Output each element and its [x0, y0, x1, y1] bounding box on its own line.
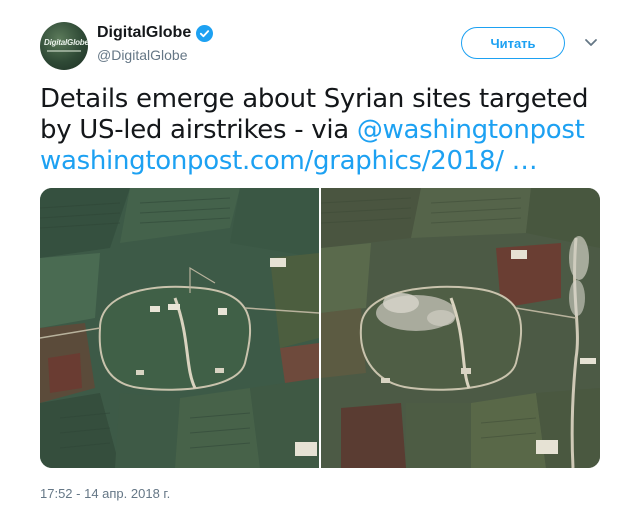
tweet-text: Details emerge about Syrian sites target… — [40, 84, 610, 177]
avatar-logo-text: DigitalGlobe — [44, 38, 88, 47]
satellite-image-after[interactable] — [321, 188, 600, 468]
display-name[interactable]: DigitalGlobe — [97, 24, 191, 42]
satellite-image-before[interactable] — [40, 188, 319, 468]
author-name-row: DigitalGlobe — [97, 22, 214, 44]
verified-badge-icon — [196, 24, 214, 42]
chevron-down-icon[interactable] — [583, 36, 599, 50]
media-grid — [40, 188, 600, 468]
article-link[interactable]: washingtonpost.com/graphics/2018/ … — [40, 146, 538, 176]
user-handle[interactable]: @DigitalGlobe — [97, 47, 187, 63]
tweet-timestamp[interactable]: 17:52 - 14 апр. 2018 г. — [40, 486, 170, 501]
follow-button[interactable]: Читать — [461, 27, 565, 59]
avatar-logo-swoosh — [47, 50, 81, 52]
avatar[interactable]: DigitalGlobe — [40, 22, 88, 70]
mention-link[interactable]: @washingtonpost — [357, 115, 585, 145]
tweet-card: DigitalGlobe DigitalGlobe @DigitalGlobe … — [0, 0, 638, 511]
